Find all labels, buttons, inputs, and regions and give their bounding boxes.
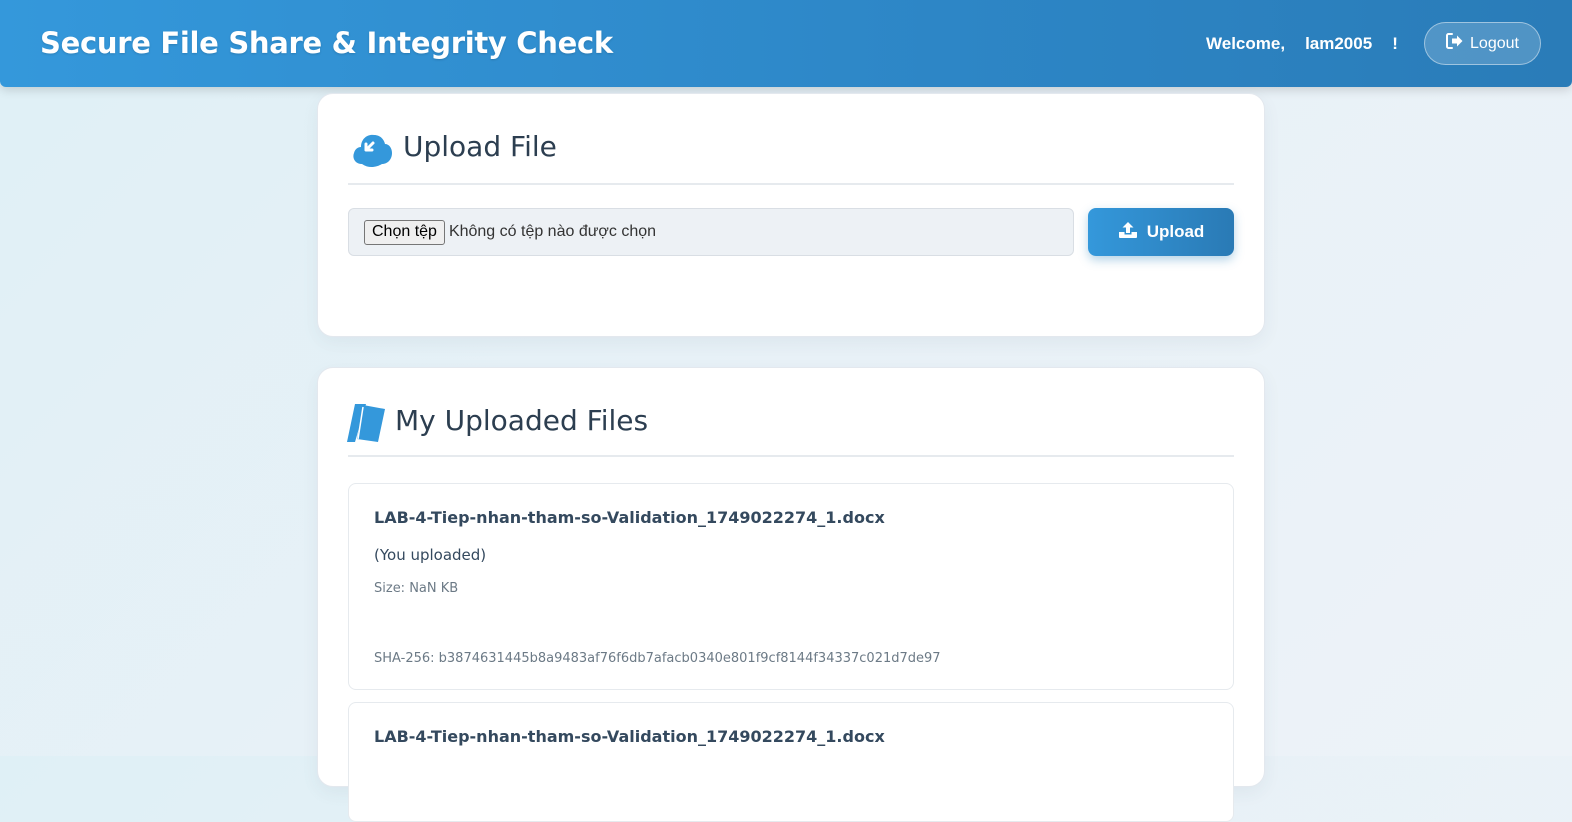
- upload-card-title: Upload File: [403, 130, 557, 163]
- username: lam2005: [1305, 34, 1373, 53]
- welcome-suffix: !: [1392, 34, 1398, 53]
- file-list-item[interactable]: LAB-4-Tiep-nhan-tham-so-Validation_17490…: [348, 702, 1234, 822]
- no-file-selected-text: Không có tệp nào được chọn: [448, 223, 657, 240]
- welcome-message: Welcome, lam2005!: [1206, 34, 1398, 54]
- file-input[interactable]: Chọn tệp Không có tệp nào được chọn: [348, 208, 1074, 256]
- uploaded-files-card: My Uploaded Files LAB-4-Tiep-nhan-tham-s…: [317, 367, 1265, 822]
- upload-button[interactable]: Upload: [1088, 208, 1234, 256]
- logout-button[interactable]: Logout: [1424, 22, 1541, 65]
- files-icon: [346, 402, 388, 448]
- app-title: Secure File Share & Integrity Check: [40, 26, 613, 60]
- files-card-title: My Uploaded Files: [395, 404, 649, 437]
- file-name: LAB-4-Tiep-nhan-tham-so-Validation_17490…: [374, 727, 885, 746]
- file-size: Size: NaN KB: [374, 581, 459, 596]
- file-list-item[interactable]: LAB-4-Tiep-nhan-tham-so-Validation_17490…: [348, 483, 1234, 690]
- upload-card: Upload File Chọn tệp Không có tệp nào đư…: [317, 93, 1265, 337]
- welcome-label: Welcome,: [1206, 34, 1286, 53]
- logout-label: Logout: [1470, 34, 1519, 52]
- cloud-upload-icon: [351, 129, 393, 175]
- sign-out-icon: [1446, 33, 1464, 54]
- upload-card-divider: [348, 183, 1234, 185]
- file-name: LAB-4-Tiep-nhan-tham-so-Validation_17490…: [374, 508, 885, 527]
- upload-icon: [1118, 221, 1138, 244]
- file-owner: (You uploaded): [374, 546, 487, 564]
- upload-button-label: Upload: [1146, 222, 1205, 241]
- app-header: Secure File Share & Integrity Check Welc…: [0, 0, 1572, 87]
- files-card-divider: [348, 455, 1234, 457]
- choose-file-button[interactable]: Chọn tệp: [364, 219, 445, 245]
- file-hash: SHA-256: b3874631445b8a9483af76f6db7afac…: [374, 651, 941, 666]
